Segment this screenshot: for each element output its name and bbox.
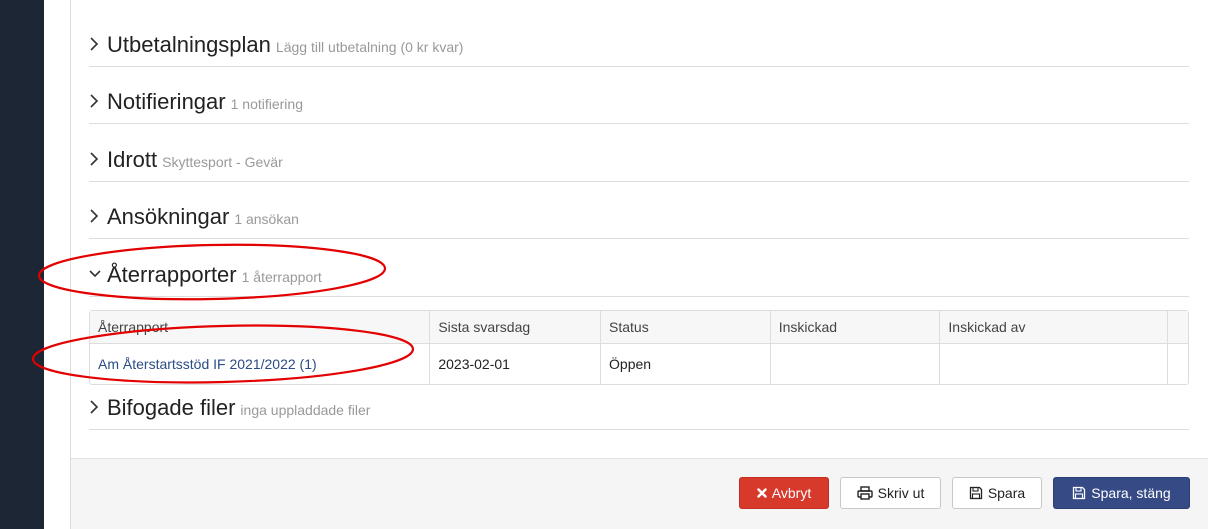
section-title: Idrott: [107, 147, 158, 172]
save-label: Spara: [987, 485, 1026, 501]
chevron-right-icon: [89, 93, 101, 109]
section-header-idrott[interactable]: Idrott Skyttesport - Gevär: [89, 147, 283, 173]
floppy-disk-icon: [1072, 486, 1086, 500]
section-ansokningar: Ansökningar 1 ansökan: [89, 182, 1189, 239]
section-title: Notifieringar: [107, 89, 226, 114]
column-header[interactable]: Status: [601, 311, 771, 343]
chevron-right-icon: [89, 36, 101, 52]
section-subtitle: Lägg till utbetalning (0 kr kvar): [275, 39, 464, 55]
save-button[interactable]: Spara: [952, 477, 1042, 509]
section-notifieringar: Notifieringar 1 notifiering: [89, 67, 1189, 124]
floppy-disk-icon: [969, 486, 983, 500]
column-header-spacer: [1168, 311, 1188, 343]
column-header[interactable]: Inskickad av: [940, 311, 1168, 343]
section-title: Ansökningar: [107, 204, 230, 229]
section-aterrapporter: Återrapporter 1 återrapport: [89, 240, 1189, 297]
chevron-down-icon: [89, 266, 101, 282]
report-link[interactable]: Am Återstartsstöd IF 2021/2022 (1): [98, 356, 317, 372]
save-close-label: Spara, stäng: [1091, 485, 1171, 501]
cancel-label: Avbryt: [771, 485, 812, 501]
section-utbetalningsplan: Utbetalningsplan Lägg till utbetalning (…: [89, 10, 1189, 67]
section-title: Bifogade filer: [107, 395, 236, 420]
column-header[interactable]: Inskickad: [771, 311, 941, 343]
section-header-utbetalningsplan[interactable]: Utbetalningsplan Lägg till utbetalning (…: [89, 32, 463, 58]
section-title: Utbetalningsplan: [107, 32, 271, 57]
close-icon: [757, 488, 767, 498]
save-close-button[interactable]: Spara, stäng: [1053, 477, 1190, 509]
section-header-notifieringar[interactable]: Notifieringar 1 notifiering: [89, 89, 303, 115]
column-header[interactable]: Sista svarsdag: [430, 311, 602, 343]
column-header[interactable]: Återrapport: [90, 311, 431, 343]
cancel-button[interactable]: Avbryt: [739, 477, 829, 509]
section-idrott: Idrott Skyttesport - Gevär: [89, 125, 1189, 182]
section-header-ansokningar[interactable]: Ansökningar 1 ansökan: [89, 204, 299, 230]
left-sidebar: [0, 0, 44, 529]
section-subtitle: 1 återrapport: [241, 269, 322, 285]
chevron-right-icon: [89, 151, 101, 167]
section-header-bifogade-filer[interactable]: Bifogade filer inga uppladdade filer: [89, 395, 370, 421]
section-header-aterrapporter[interactable]: Återrapporter 1 återrapport: [89, 262, 322, 288]
section-subtitle: 1 notifiering: [230, 96, 303, 112]
chevron-right-icon: [89, 208, 101, 224]
printer-icon: [856, 486, 873, 500]
form-panel: Utbetalningsplan Lägg till utbetalning (…: [70, 0, 1208, 529]
print-label: Skriv ut: [877, 485, 925, 501]
table-header-row: Återrapport Sista svarsdag Status Inskic…: [90, 311, 1188, 344]
section-title: Återrapporter: [107, 262, 237, 287]
print-button[interactable]: Skriv ut: [840, 477, 941, 509]
section-bifogade-filer: Bifogade filer inga uppladdade filer: [89, 373, 1189, 430]
section-subtitle: 1 ansökan: [234, 211, 299, 227]
chevron-right-icon: [89, 399, 101, 415]
section-subtitle: inga uppladdade filer: [240, 402, 371, 418]
section-subtitle: Skyttesport - Gevär: [162, 154, 283, 170]
form-footer: Avbryt Skriv ut Spara Spara, stäng: [71, 458, 1208, 529]
